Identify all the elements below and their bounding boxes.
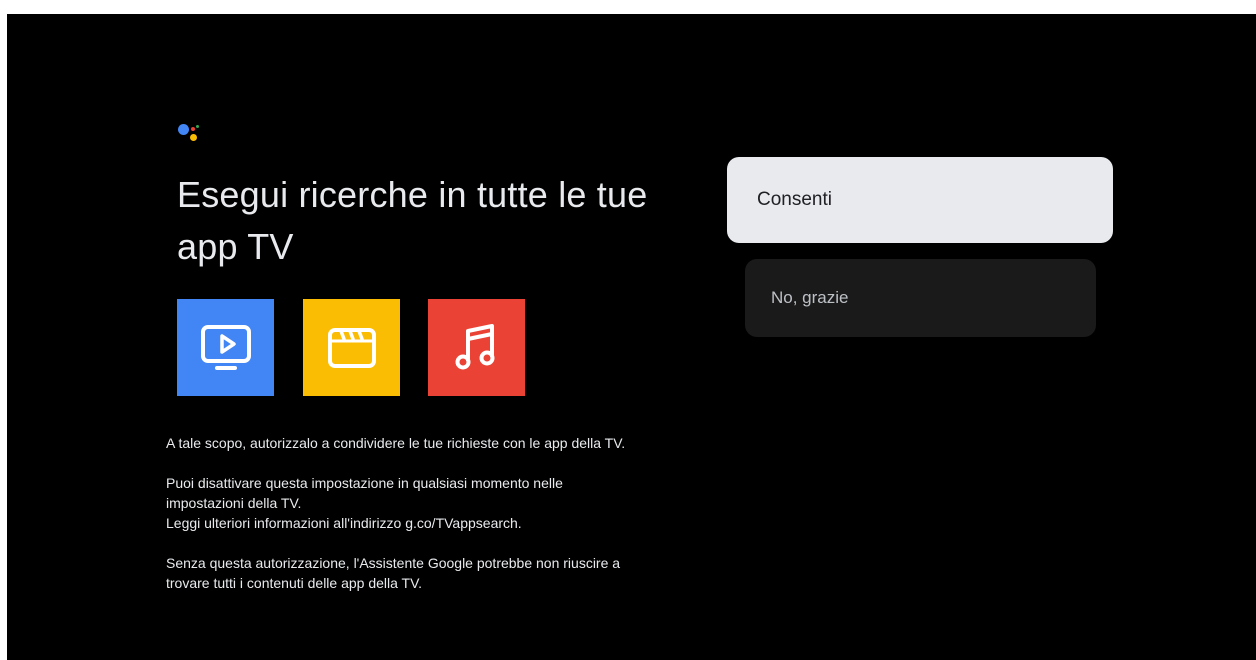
- description-paragraph-1: A tale scopo, autorizzalo a condividere …: [166, 435, 626, 451]
- description-text: A tale scopo, autorizzalo a condividere …: [166, 433, 636, 593]
- description-paragraph-2-line-1: Puoi disattivare questa impostazione in …: [166, 475, 563, 511]
- assistant-dot-yellow: [190, 134, 197, 141]
- google-assistant-icon: [178, 124, 208, 154]
- assistant-dot-blue: [178, 124, 189, 135]
- allow-button-label: Consenti: [757, 189, 832, 210]
- tv-play-icon: [200, 324, 251, 370]
- tv-screen: Esegui ricerche in tutte le tue app TV A…: [7, 14, 1256, 660]
- movies-app-tile: [303, 299, 400, 396]
- description-paragraph-3: Senza questa autorizzazione, l'Assistent…: [166, 555, 621, 591]
- page-title: Esegui ricerche in tutte le tue app TV: [177, 174, 648, 267]
- clapperboard-icon: [327, 327, 376, 368]
- description-paragraph-2-line-2: Leggi ulteriori informazioni all'indiriz…: [166, 515, 522, 531]
- music-note-icon: [455, 323, 494, 369]
- tv-app-tile: [177, 299, 274, 396]
- decline-button[interactable]: No, grazie: [745, 259, 1096, 337]
- decline-button-label: No, grazie: [771, 288, 849, 307]
- music-app-tile: [428, 299, 525, 396]
- allow-button[interactable]: Consenti: [727, 157, 1113, 243]
- assistant-dot-green: [196, 125, 199, 128]
- assistant-dot-red: [191, 127, 195, 131]
- description-paragraph-2: Puoi disattivare questa impostazione in …: [166, 473, 636, 533]
